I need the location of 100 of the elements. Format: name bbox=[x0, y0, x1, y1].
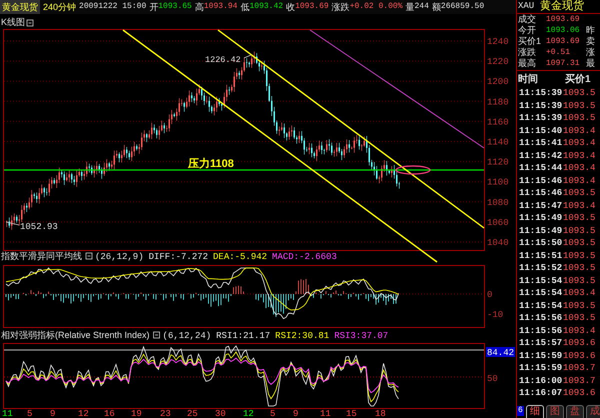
field-label: 收 bbox=[286, 1, 296, 14]
panel-tab[interactable]: 图 bbox=[546, 404, 564, 418]
instrument-name: 黄金现货 bbox=[540, 0, 584, 13]
trade-price: 1093.7 bbox=[563, 362, 596, 374]
trade-time: 11:15:49 bbox=[518, 212, 563, 224]
price-axis-label: 1060 bbox=[487, 218, 509, 228]
trade-price: 1093.4 bbox=[563, 200, 596, 212]
trade-time: 11:15:51 bbox=[518, 250, 563, 262]
field-label: 量 bbox=[406, 1, 414, 14]
field-value: 1093.94 bbox=[204, 1, 238, 13]
date-label: 5 bbox=[27, 409, 32, 418]
datetime-label: 20091222 15:00 bbox=[79, 1, 146, 13]
indicator-value: RSI2:30.81 bbox=[275, 331, 330, 341]
trade-price: 1093.5 bbox=[563, 300, 596, 312]
trade-time: 11:15:54 bbox=[518, 300, 563, 312]
date-label: 15 bbox=[346, 409, 357, 418]
trade-time: 11:15:59 bbox=[518, 350, 563, 362]
quote-value: 1097.31 bbox=[546, 58, 581, 69]
quote-label: 涨跌 bbox=[517, 47, 537, 58]
leader-line bbox=[6, 222, 20, 226]
price-axis-label: 1140 bbox=[487, 138, 509, 148]
trade-time: 11:15:59 bbox=[518, 362, 563, 374]
date-label: 9 bbox=[50, 409, 56, 418]
date-label: 5 bbox=[270, 409, 276, 418]
date-label: 18 bbox=[375, 409, 386, 418]
indicator-value: MACD:-2.6603 bbox=[272, 252, 337, 262]
date-label: 16 bbox=[104, 409, 115, 418]
field-label: 高 bbox=[194, 1, 204, 14]
quote-label: 卖 bbox=[586, 36, 595, 47]
trade-price: 1093.5 bbox=[563, 112, 596, 124]
trade-time: 11:15:56 bbox=[518, 312, 563, 324]
resistance-label: 压力1108 bbox=[188, 158, 234, 170]
trade-time: 11:15:42 bbox=[518, 150, 563, 162]
column-header: 时间 bbox=[517, 72, 539, 86]
price-axis-label: 1220 bbox=[487, 57, 509, 68]
panel-tab[interactable]: 成 bbox=[586, 404, 600, 418]
trade-time: 11:15:40 bbox=[518, 124, 563, 137]
highlighted-axis-value: 84.42 bbox=[486, 347, 515, 358]
quote-label: 买价1 bbox=[517, 36, 542, 47]
date-label: 25 bbox=[187, 409, 198, 418]
quote-label: 涨 bbox=[586, 47, 595, 58]
field-label: 低 bbox=[240, 1, 250, 14]
panel-tab[interactable]: 细 bbox=[526, 404, 544, 418]
field-value: 1093.69 bbox=[295, 1, 329, 13]
quote-value: +0.51 bbox=[546, 47, 572, 58]
quote-label: 最 bbox=[586, 58, 595, 69]
indicator-params: (26,12,9) bbox=[95, 252, 144, 262]
trade-price: 1093.4 bbox=[563, 287, 596, 300]
trade-time: 11:15:49 bbox=[518, 224, 563, 237]
quote-value: 1093.69 bbox=[546, 14, 581, 25]
collapse-icon bbox=[26, 20, 34, 26]
trade-price: 1093.5 bbox=[563, 187, 596, 200]
indicator-value: RSI1:21.17 bbox=[216, 331, 270, 341]
indicator-value: DEA:-5.942 bbox=[213, 252, 268, 262]
trade-time: 11:15:57 bbox=[518, 337, 563, 350]
trade-price: 1093.5 bbox=[563, 212, 596, 224]
trade-time: 11:15:56 bbox=[518, 324, 563, 337]
collapse-icon bbox=[153, 332, 160, 338]
field-label: 涨跌 bbox=[332, 1, 350, 14]
date-label: 11 bbox=[2, 409, 13, 418]
trade-price: 1093.5 bbox=[563, 87, 596, 100]
trade-time: 11:15:41 bbox=[518, 137, 563, 150]
trade-time: 11:15:50 bbox=[518, 237, 563, 250]
trade-time: 11:15:39 bbox=[518, 100, 563, 112]
trade-price: 1093.6 bbox=[563, 350, 596, 362]
quote-label: 最高 bbox=[517, 58, 537, 69]
trade-time: 11:16:00 bbox=[518, 374, 563, 387]
trade-price: 1093.5 bbox=[563, 262, 596, 274]
trade-time: 11:15:54 bbox=[518, 274, 563, 287]
field-value: 1093.42 bbox=[249, 1, 284, 11]
price-annotation: 1052.93 bbox=[20, 222, 58, 232]
trade-time: 11:15:47 bbox=[518, 200, 563, 212]
quote-label: 昨 bbox=[586, 25, 595, 36]
indicator-value: RSI3:37.07 bbox=[334, 331, 388, 341]
field-value: 266859.50 bbox=[440, 1, 484, 11]
axis-label: 50 bbox=[487, 374, 498, 384]
quote-value: 1093.06 bbox=[546, 25, 581, 36]
leader-line bbox=[244, 54, 252, 58]
field-value: +0.02 0.00% bbox=[350, 1, 402, 13]
symbol-label: 黄金现货 bbox=[0, 0, 40, 14]
trade-price: 1093.4 bbox=[563, 124, 596, 137]
axis-label: -10 bbox=[487, 310, 504, 320]
trade-price: 1093.5 bbox=[563, 312, 596, 324]
panel-tab[interactable]: 盘 bbox=[566, 404, 584, 418]
date-label: 30 bbox=[215, 409, 226, 418]
trade-price: 1093.4 bbox=[563, 137, 596, 150]
axis-label: 0 bbox=[487, 290, 492, 300]
trade-time: 11:15:52 bbox=[518, 262, 563, 274]
date-label: 12 bbox=[78, 409, 89, 418]
trade-time: 11:15:54 bbox=[518, 287, 563, 300]
trade-time: 11:15:44 bbox=[518, 162, 563, 174]
trade-price: 1093.4 bbox=[563, 162, 596, 174]
trade-time: 11:15:39 bbox=[518, 112, 563, 124]
field-value: 1093.65 bbox=[158, 1, 192, 11]
date-label: 23 bbox=[160, 409, 171, 418]
instrument-code: XAU bbox=[518, 0, 534, 13]
indicator-params: (6,12,24) bbox=[162, 331, 212, 341]
trade-price: 1093.5 bbox=[563, 274, 596, 287]
trade-time: 11:15:46 bbox=[518, 187, 563, 200]
collapse-icon bbox=[86, 252, 92, 260]
